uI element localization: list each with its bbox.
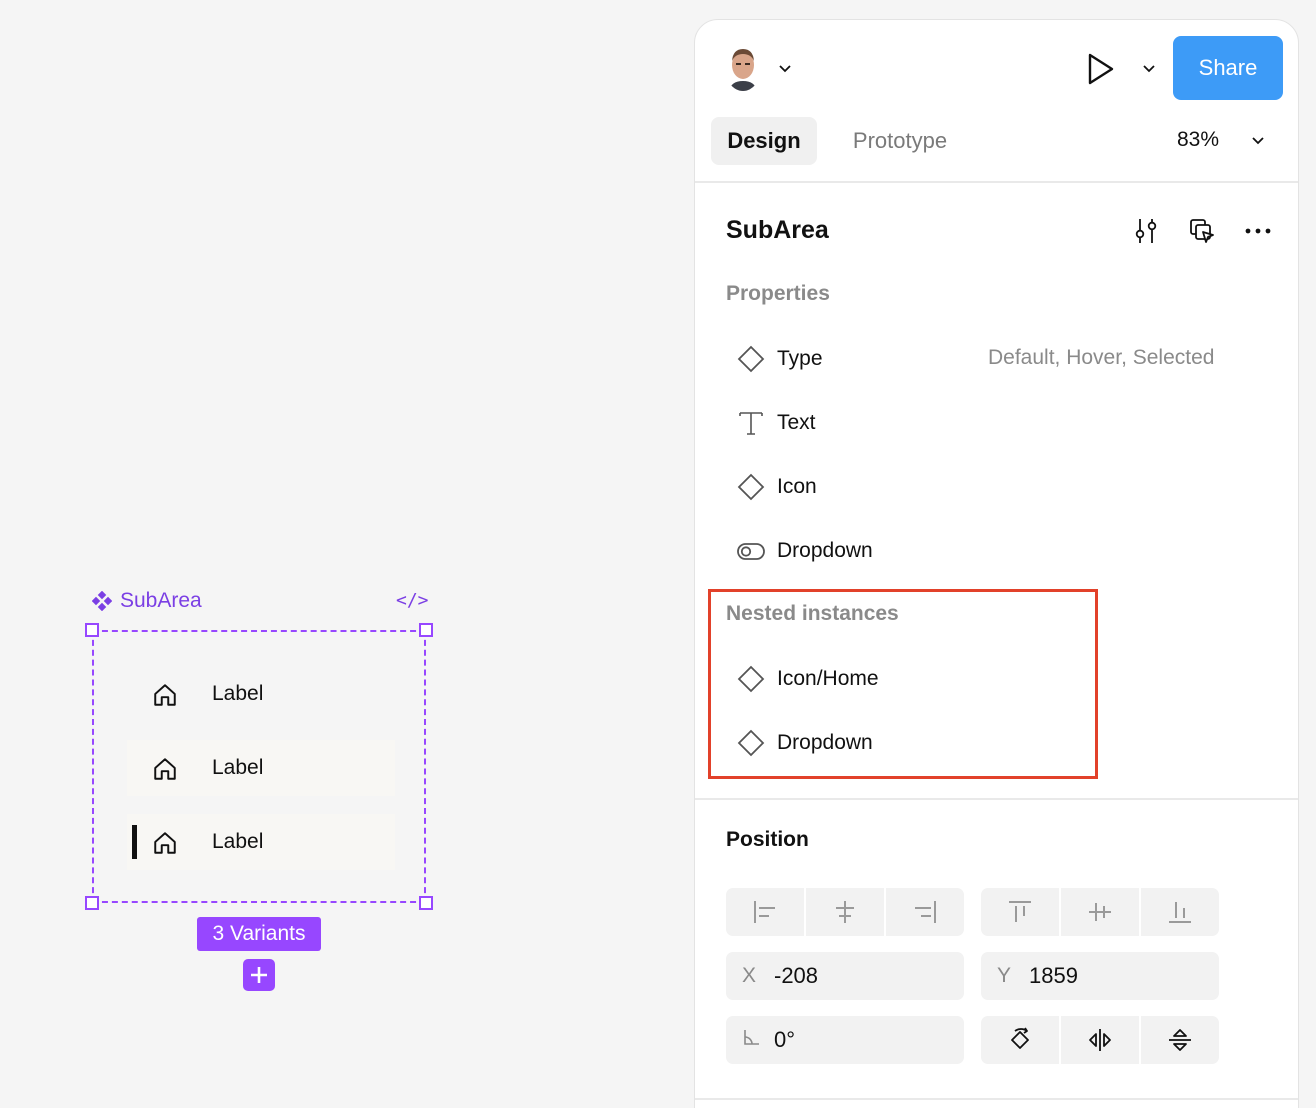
x-field-value: -208 — [774, 963, 819, 988]
property-label: Type — [777, 347, 823, 370]
selected-indicator-bar — [132, 825, 137, 859]
home-icon — [154, 684, 176, 706]
flip-horizontal-button[interactable] — [1061, 1016, 1139, 1064]
property-row-dropdown[interactable]: Dropdown — [737, 535, 873, 567]
nested-instance-label: Dropdown — [777, 731, 873, 754]
align-horizontal-center-icon — [836, 901, 854, 923]
component-set-frame[interactable]: Label Label Label — [85, 623, 433, 910]
align-right-button[interactable] — [886, 888, 964, 936]
flip-horizontal-icon — [1089, 1029, 1111, 1051]
y-field-value: 1859 — [1029, 963, 1078, 988]
code-icon[interactable]: </> — [396, 590, 429, 611]
rotation-value: 0° — [774, 1027, 796, 1052]
plus-icon — [251, 967, 267, 983]
chevron-down-icon[interactable] — [1250, 132, 1266, 148]
chevron-down-icon[interactable] — [1141, 60, 1157, 76]
align-horizontal-center-button[interactable] — [806, 888, 884, 936]
property-row-icon[interactable]: Icon — [737, 471, 817, 503]
rotation-icon — [742, 1027, 774, 1053]
property-label: Text — [777, 411, 816, 434]
property-label: Icon — [777, 475, 817, 498]
avatar[interactable] — [725, 45, 761, 91]
x-field-label: X — [742, 964, 757, 987]
position-section-title: Position — [726, 828, 809, 851]
share-button[interactable]: Share — [1173, 36, 1283, 100]
y-field-label: Y — [997, 964, 1012, 987]
rotate-icon — [1011, 1027, 1029, 1049]
variant-label: Label — [212, 682, 264, 705]
resize-handle-bottom-right[interactable] — [419, 896, 433, 910]
home-icon — [154, 832, 176, 854]
nested-instance-row-icon-home[interactable]: Icon/Home — [737, 663, 879, 695]
flip-vertical-icon — [1169, 1029, 1191, 1051]
property-row-type[interactable]: Type — [737, 343, 823, 375]
horizontal-align-group — [726, 888, 964, 936]
nested-instance-label: Icon/Home — [777, 667, 879, 690]
zoom-level[interactable]: 83% — [1177, 128, 1219, 152]
variant-hover[interactable]: Label — [127, 740, 395, 796]
chevron-down-icon[interactable] — [777, 60, 793, 76]
present-play-icon[interactable] — [1086, 52, 1116, 86]
align-right-icon — [915, 901, 936, 923]
variant-label: Label — [212, 830, 264, 853]
transform-button-group — [981, 1016, 1219, 1064]
align-vertical-center-icon — [1089, 903, 1111, 921]
instance-swap-icon — [737, 473, 765, 501]
rotation-field[interactable]: 0° — [726, 1016, 964, 1064]
resize-handle-top-left[interactable] — [85, 623, 99, 637]
align-bottom-button[interactable] — [1141, 888, 1219, 936]
resize-handle-top-right[interactable] — [419, 623, 433, 637]
nested-instance-row-dropdown[interactable]: Dropdown — [737, 727, 873, 759]
properties-panel: Share Design Prototype 83% SubArea Prope… — [694, 19, 1299, 1108]
instance-diamond-icon — [737, 665, 765, 693]
variant-diamond-icon — [737, 345, 765, 373]
nested-instances-section-title: Nested instances — [726, 602, 899, 625]
add-variant-button[interactable] — [243, 959, 275, 991]
rotate-90-button[interactable] — [981, 1016, 1059, 1064]
boolean-toggle-icon — [737, 543, 765, 560]
component-set-icon — [92, 591, 112, 611]
more-options-icon[interactable] — [1243, 216, 1273, 246]
vertical-align-group — [981, 888, 1219, 936]
property-row-text[interactable]: Text — [737, 407, 816, 439]
divider — [695, 181, 1298, 183]
variant-default[interactable]: Label — [127, 666, 395, 722]
variant-selected[interactable]: Label — [127, 814, 395, 870]
x-position-field[interactable]: X -208 — [726, 952, 964, 1000]
align-left-button[interactable] — [726, 888, 804, 936]
instance-diamond-icon — [737, 729, 765, 757]
align-vertical-center-button[interactable] — [1061, 888, 1139, 936]
component-name: SubArea — [726, 216, 829, 244]
go-to-main-component-icon[interactable] — [1187, 216, 1217, 246]
canvas-component-title[interactable]: SubArea — [92, 589, 202, 613]
resize-handle-bottom-left[interactable] — [85, 896, 99, 910]
adjust-sliders-icon[interactable] — [1131, 216, 1161, 246]
align-left-icon — [754, 901, 775, 923]
variant-label: Label — [212, 756, 264, 779]
y-position-field[interactable]: Y 1859 — [981, 952, 1219, 1000]
tab-design[interactable]: Design — [711, 117, 817, 165]
align-bottom-icon — [1169, 902, 1191, 923]
property-label: Dropdown — [777, 539, 873, 562]
home-icon — [154, 758, 176, 780]
text-icon — [739, 412, 763, 435]
property-value-type[interactable]: Default, Hover, Selected — [988, 346, 1214, 370]
tab-prototype[interactable]: Prototype — [835, 117, 965, 165]
divider — [695, 1098, 1298, 1100]
divider — [695, 798, 1298, 800]
properties-section-title: Properties — [726, 282, 830, 305]
component-title-label: SubArea — [120, 589, 202, 612]
align-top-icon — [1009, 901, 1031, 922]
variants-count-badge: 3 Variants — [197, 917, 321, 951]
align-top-button[interactable] — [981, 888, 1059, 936]
flip-vertical-button[interactable] — [1141, 1016, 1219, 1064]
